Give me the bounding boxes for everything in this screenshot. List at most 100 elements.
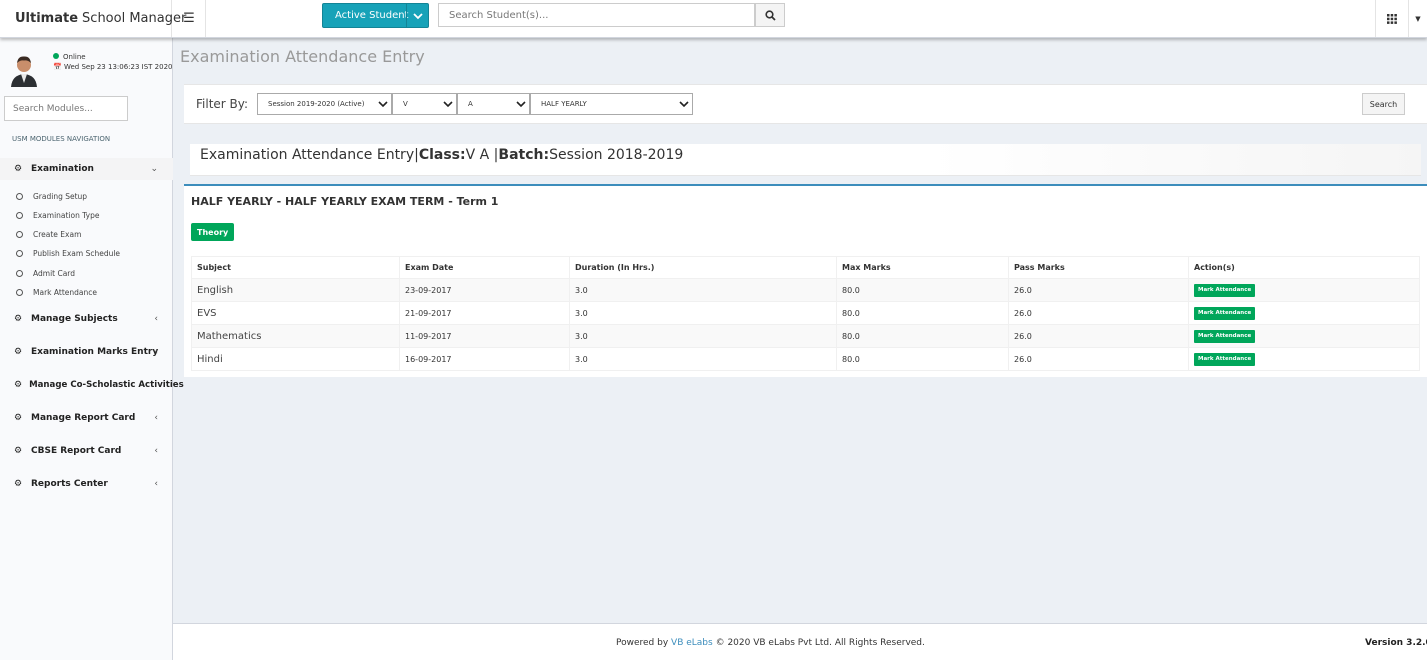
dashboard-icon: ⚙ bbox=[14, 446, 23, 456]
nav-examination-marks-entry[interactable]: ⚙ Examination Marks Entry ‹ bbox=[0, 341, 173, 363]
circle-icon bbox=[16, 288, 23, 296]
nav-label: Examination Marks Entry bbox=[31, 347, 159, 357]
theory-badge[interactable]: Theory bbox=[191, 223, 235, 241]
nav-manage-subjects[interactable]: ⚙ Manage Subjects ‹ bbox=[0, 308, 173, 330]
user-avatar[interactable] bbox=[9, 53, 39, 87]
pass-marks-cell: 26.0 bbox=[1008, 278, 1189, 302]
company-link[interactable]: VB eLabs bbox=[671, 638, 713, 648]
max-marks-cell: 80.0 bbox=[836, 347, 1009, 371]
copyright-text: © 2020 VB eLabs Pvt Ltd. All Rights Rese… bbox=[715, 638, 925, 648]
nav-label: Reports Center bbox=[31, 479, 108, 489]
dashboard-icon: ⚙ bbox=[14, 479, 23, 489]
section-select[interactable]: A bbox=[457, 93, 530, 115]
exam-panel: HALF YEARLY - HALF YEARLY EXAM TERM - Te… bbox=[184, 184, 1427, 377]
sidebar: Online 📅 Wed Sep 23 13:06:23 IST 2020 US… bbox=[0, 38, 184, 660]
nav-label: Examination bbox=[31, 164, 94, 174]
table-row: Mathematics 11-09-2017 3.0 80.0 26.0 Mar… bbox=[191, 324, 1420, 348]
sub-item-admit-card[interactable]: Admit Card bbox=[0, 264, 173, 282]
mark-attendance-button[interactable]: Mark Attendance bbox=[1194, 352, 1256, 366]
batch-label: Batch: bbox=[498, 147, 550, 163]
circle-icon bbox=[16, 230, 23, 238]
mark-attendance-button[interactable]: Mark Attendance bbox=[1194, 329, 1256, 343]
table-header-row: Subject Exam Date Duration (In Hrs.) Max… bbox=[191, 256, 1420, 279]
nav-label: Manage Co-Scholastic Activities bbox=[29, 380, 184, 390]
session-select[interactable]: Session 2019-2020 (Active) bbox=[257, 93, 392, 115]
duration-cell: 3.0 bbox=[569, 347, 837, 371]
hamburger-icon[interactable]: ☰ bbox=[173, 0, 206, 37]
dashboard-icon: ⚙ bbox=[14, 347, 23, 357]
chevron-down-icon: ⌄ bbox=[150, 164, 158, 174]
class-value: V bbox=[403, 100, 408, 108]
current-datetime: Wed Sep 23 13:06:23 IST 2020 bbox=[63, 63, 173, 71]
duration-cell: 3.0 bbox=[569, 324, 837, 348]
active-student-dropdown[interactable]: Active Student bbox=[322, 3, 429, 28]
dashboard-icon: ⚙ bbox=[14, 380, 23, 390]
column-header: Pass Marks bbox=[1008, 256, 1189, 279]
caret-down-icon[interactable]: ▼ bbox=[1408, 0, 1427, 37]
action-cell: Mark Attendance bbox=[1188, 347, 1420, 371]
table-row: EVS 21-09-2017 3.0 80.0 26.0 Mark Attend… bbox=[191, 301, 1420, 325]
search-button[interactable] bbox=[755, 3, 785, 27]
student-search-input[interactable] bbox=[438, 3, 755, 27]
circle-icon bbox=[16, 249, 23, 257]
class-select[interactable]: V bbox=[392, 93, 457, 115]
chevron-down-icon[interactable] bbox=[406, 4, 428, 27]
chevron-down-icon bbox=[679, 98, 689, 113]
sub-item-label: Admit Card bbox=[33, 268, 76, 278]
chevron-left-icon: ‹ bbox=[154, 347, 158, 357]
sub-item-grading-setup[interactable]: Grading Setup bbox=[0, 187, 173, 205]
module-search-input[interactable] bbox=[4, 96, 128, 121]
exam-select[interactable]: HALF YEARLY bbox=[530, 93, 693, 115]
nav-label: CBSE Report Card bbox=[31, 446, 122, 456]
nav-reports-center[interactable]: ⚙ Reports Center ‹ bbox=[0, 473, 173, 495]
date-cell: 23-09-2017 bbox=[399, 278, 570, 302]
table-row: English 23-09-2017 3.0 80.0 26.0 Mark At… bbox=[191, 278, 1420, 302]
app-logo[interactable]: Ultimate School Manager bbox=[0, 0, 186, 37]
entry-heading: Examination Attendance Entry|Class:V A |… bbox=[190, 144, 1421, 176]
sub-item-create-exam[interactable]: Create Exam bbox=[0, 225, 173, 243]
column-header: Max Marks bbox=[836, 256, 1009, 279]
sub-item-label: Mark Attendance bbox=[33, 287, 97, 297]
nav-examination[interactable]: ⚙ Examination ⌄ bbox=[0, 158, 173, 180]
batch-value: Session 2018-2019 bbox=[549, 147, 684, 163]
column-header: Exam Date bbox=[399, 256, 570, 279]
sub-item-examination-type[interactable]: Examination Type bbox=[0, 206, 173, 224]
sub-item-publish-exam-schedule[interactable]: Publish Exam Schedule bbox=[0, 244, 173, 262]
online-indicator-icon bbox=[53, 53, 59, 59]
sub-item-label: Publish Exam Schedule bbox=[33, 248, 121, 258]
date-cell: 11-09-2017 bbox=[399, 324, 570, 348]
pass-marks-cell: 26.0 bbox=[1008, 301, 1189, 325]
chevron-left-icon: ‹ bbox=[154, 446, 158, 456]
page-title: Examination Attendance Entry bbox=[180, 47, 425, 66]
version-label: Version 3.2.0 bbox=[1365, 638, 1427, 648]
nav-manage-report-card[interactable]: ⚙ Manage Report Card ‹ bbox=[0, 407, 173, 429]
dashboard-icon: ⚙ bbox=[14, 164, 23, 174]
duration-cell: 3.0 bbox=[569, 278, 837, 302]
max-marks-cell: 80.0 bbox=[836, 324, 1009, 348]
mark-attendance-button[interactable]: Mark Attendance bbox=[1194, 306, 1256, 320]
mark-attendance-button[interactable]: Mark Attendance bbox=[1194, 283, 1256, 297]
top-navbar: Ultimate School Manager ☰ Active Student… bbox=[0, 0, 1427, 38]
subject-cell: English bbox=[191, 278, 400, 302]
filter-search-button[interactable]: Search bbox=[1362, 93, 1405, 115]
sub-item-mark-attendance[interactable]: Mark Attendance bbox=[0, 283, 173, 301]
dashboard-icon: ⚙ bbox=[14, 413, 23, 423]
nav-cbse-report-card[interactable]: ⚙ CBSE Report Card ‹ bbox=[0, 440, 173, 462]
chevron-down-icon bbox=[516, 98, 526, 113]
entry-heading-text: Examination Attendance Entry|Class:V A |… bbox=[200, 147, 683, 163]
column-header: Subject bbox=[191, 256, 400, 279]
chevron-down-icon bbox=[443, 98, 453, 113]
search-icon bbox=[764, 9, 776, 21]
user-status: Online 📅 Wed Sep 23 13:06:23 IST 2020 bbox=[53, 52, 172, 72]
calendar-icon: 📅 bbox=[53, 63, 62, 71]
footer-credits: Powered by VB eLabs © 2020 VB eLabs Pvt … bbox=[616, 638, 925, 648]
nav-manage-co-scholastic[interactable]: ⚙ Manage Co-Scholastic Activities bbox=[0, 374, 184, 396]
grid-icon[interactable] bbox=[1375, 0, 1408, 37]
sub-item-label: Grading Setup bbox=[33, 191, 88, 201]
sub-item-label: Examination Type bbox=[33, 210, 100, 220]
max-marks-cell: 80.0 bbox=[836, 301, 1009, 325]
brand-name: School Manager bbox=[82, 11, 187, 26]
brand-bold: Ultimate bbox=[15, 11, 79, 26]
column-header: Action(s) bbox=[1188, 256, 1420, 279]
session-value: Session 2019-2020 (Active) bbox=[268, 100, 365, 108]
